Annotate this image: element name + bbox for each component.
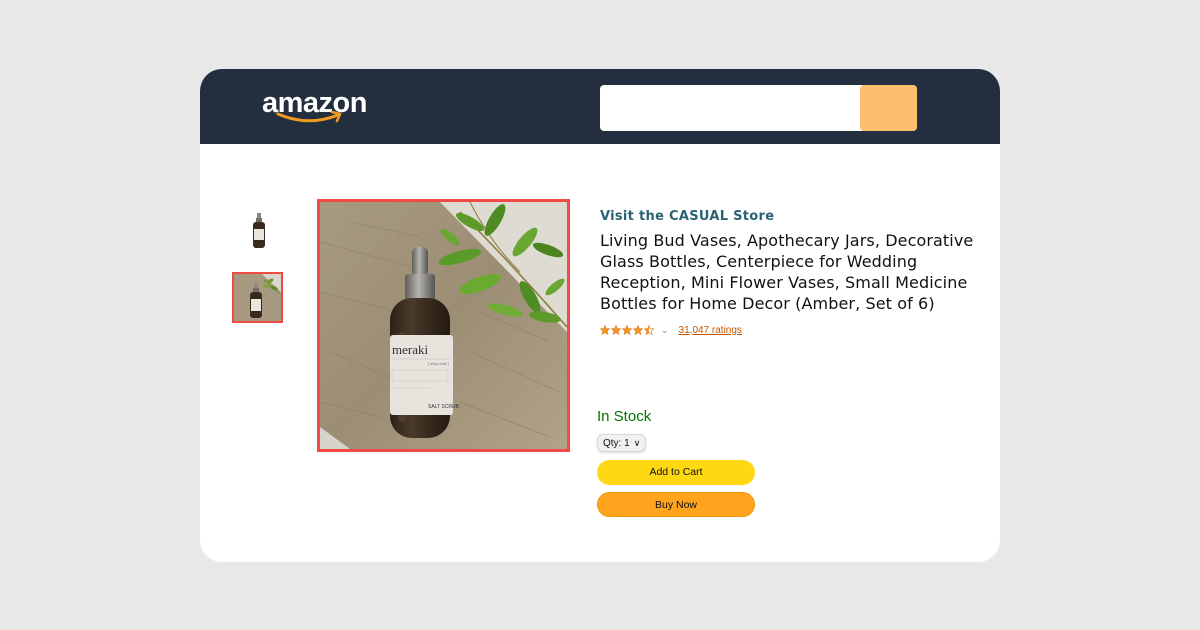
star-full-icon bbox=[622, 325, 632, 335]
qty-value: 1 bbox=[624, 437, 630, 449]
search-input[interactable] bbox=[600, 85, 860, 131]
qty-label: Qty: bbox=[603, 437, 622, 449]
main-product-image[interactable]: meraki [ silky mist ] SALT SCRUB bbox=[317, 199, 570, 452]
star-full-icon bbox=[600, 325, 610, 335]
label-variant-text: [ silky mist ] bbox=[428, 361, 449, 366]
label-product-text: SALT SCRUB bbox=[428, 404, 460, 410]
label-brand-text: meraki bbox=[392, 342, 428, 357]
bottle-thumbnail-image bbox=[253, 213, 265, 248]
product-page-card: amazon meraki [silky mist] SALT SCRUB … bbox=[200, 69, 1000, 562]
rating-row: ⌄ 31,047 ratings bbox=[600, 323, 980, 337]
store-link[interactable]: Visit the CASUAL Store bbox=[600, 209, 980, 224]
top-navigation-bar: amazon bbox=[200, 69, 1000, 144]
thumbnail-2-selected[interactable] bbox=[232, 272, 283, 323]
smile-arrow-icon bbox=[276, 111, 342, 123]
bottle-product-photo: meraki [ silky mist ] SALT SCRUB bbox=[320, 202, 567, 449]
amazon-logo[interactable]: amazon bbox=[262, 87, 372, 131]
chevron-down-icon[interactable]: ⌄ bbox=[661, 325, 669, 336]
add-to-cart-button[interactable]: Add to Cart bbox=[597, 460, 755, 485]
product-title: Living Bud Vases, Apothecary Jars, Decor… bbox=[600, 231, 974, 313]
thumbnail-1[interactable] bbox=[233, 205, 284, 256]
product-info: Visit the CASUAL Store Living Bud Vases,… bbox=[600, 209, 980, 337]
star-half-icon bbox=[644, 325, 654, 335]
stock-status: In Stock bbox=[597, 408, 652, 425]
star-full-icon bbox=[611, 325, 621, 335]
search-button[interactable] bbox=[860, 85, 917, 131]
quantity-select[interactable]: Qty: 1 ∨ bbox=[597, 434, 647, 452]
chevron-down-icon: ∨ bbox=[633, 437, 641, 448]
search-bar bbox=[600, 85, 917, 131]
star-rating[interactable] bbox=[600, 325, 655, 335]
ratings-count-link[interactable]: 31,047 ratings bbox=[679, 325, 742, 336]
buy-now-button[interactable]: Buy Now bbox=[597, 492, 755, 517]
star-full-icon bbox=[633, 325, 643, 335]
buy-box: In Stock Qty: 1 ∨ Add to Cart Buy Now bbox=[597, 408, 757, 517]
bottle-on-stone-thumbnail-image bbox=[234, 274, 281, 321]
